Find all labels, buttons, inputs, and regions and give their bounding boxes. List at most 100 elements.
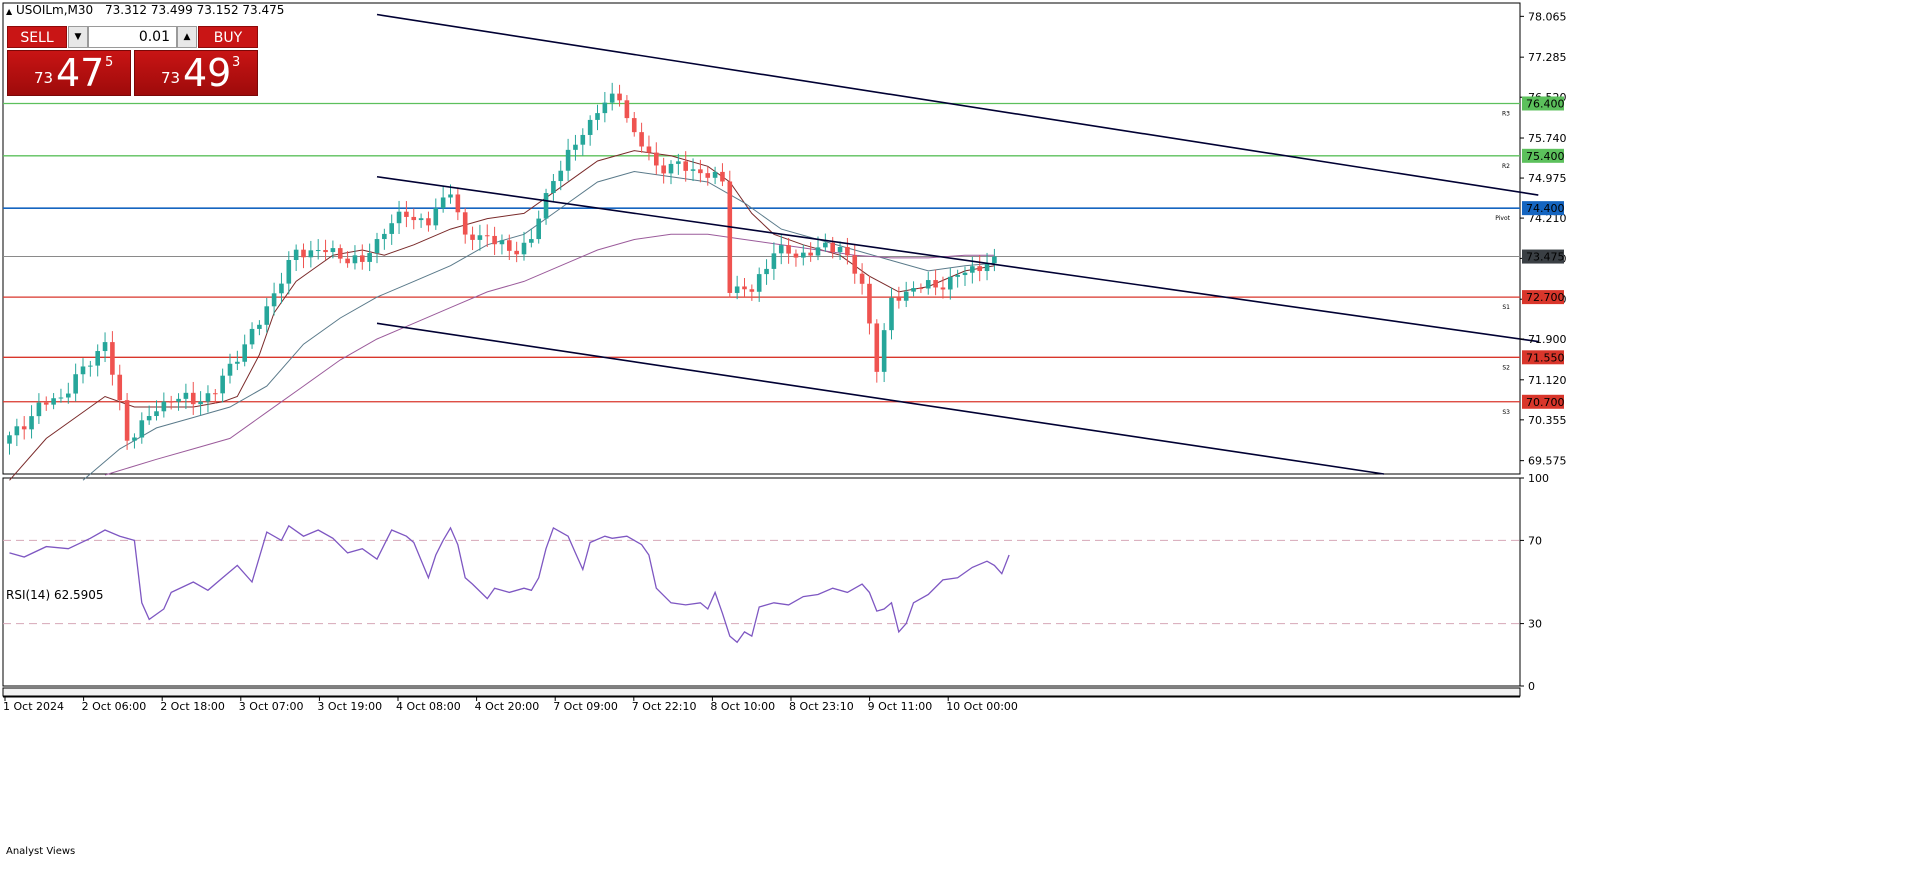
candle-body — [168, 401, 174, 403]
rsi-tick-label: 70 — [1528, 534, 1542, 547]
candle-body — [793, 253, 799, 258]
candle-body — [242, 344, 247, 362]
chart-canvas: R3R2PivotS1S2S3 78.06577.28576.52075.740… — [2, 2, 1567, 857]
candle-body — [14, 426, 20, 436]
level-tag-s2: S2 — [1502, 364, 1510, 371]
candle-body — [404, 211, 409, 217]
candle-body — [521, 242, 527, 255]
candle-body — [837, 247, 843, 253]
candle-body — [462, 212, 468, 235]
time-tick-label: 8 Oct 23:10 — [789, 700, 854, 713]
candle-body — [918, 288, 924, 290]
candle-body — [639, 132, 644, 147]
candle-body — [352, 255, 358, 264]
candle-body — [176, 398, 181, 402]
price-tick-label: 78.065 — [1528, 10, 1567, 23]
candle-body — [631, 118, 637, 133]
moving-averages — [9, 150, 995, 481]
candle-body — [249, 328, 255, 345]
lot-increase-icon[interactable]: ▲ — [177, 26, 197, 48]
candle-body — [624, 100, 630, 119]
rsi-tick-label: 0 — [1528, 680, 1535, 693]
sell-price-box[interactable]: 73 47 5 — [7, 50, 131, 96]
candle-body — [205, 393, 211, 402]
level-tag-r2: R2 — [1502, 163, 1510, 170]
candle-body — [859, 273, 865, 284]
level-tag-s1: S1 — [1502, 304, 1510, 311]
candle-body — [21, 426, 27, 430]
candle-body — [279, 283, 284, 294]
moving-average-ma_fast — [9, 150, 995, 481]
price-tick-label: 71.120 — [1528, 374, 1567, 387]
candle-body — [382, 233, 387, 240]
candle-body — [426, 218, 431, 226]
candle-body — [389, 223, 394, 234]
lot-decrease-icon[interactable]: ▼ — [68, 26, 88, 48]
candle-body — [845, 247, 850, 256]
trend-channel[interactable] — [376, 13, 1539, 475]
candle-body — [955, 275, 960, 277]
rsi-line — [9, 524, 1010, 644]
candle-body — [764, 268, 769, 275]
candle-body — [933, 280, 938, 288]
candle-body — [617, 93, 622, 101]
candle-body — [470, 234, 475, 240]
candle-body — [587, 119, 593, 135]
candle-body — [676, 161, 681, 164]
candle-body — [595, 113, 600, 120]
candle-body — [198, 401, 203, 405]
price-tick-label: 71.900 — [1528, 333, 1567, 346]
candle-body — [727, 181, 733, 293]
candle-body — [661, 165, 666, 174]
time-tick-label: 2 Oct 18:00 — [160, 700, 225, 713]
candle-body — [565, 149, 571, 171]
channel-line-2 — [376, 175, 1539, 343]
candle-body — [257, 324, 262, 329]
candle-body — [88, 365, 93, 367]
candle-body — [227, 363, 233, 376]
level-tag-r3: R3 — [1502, 110, 1510, 117]
candle-body — [235, 361, 240, 364]
candle-body — [609, 93, 615, 103]
candle-body — [808, 252, 813, 256]
sell-button[interactable]: SELL — [7, 26, 67, 48]
candle-body — [889, 297, 894, 331]
candle-body — [374, 239, 380, 254]
time-tick-label: 2 Oct 06:00 — [82, 700, 147, 713]
symbol-dropdown-icon[interactable]: ▲ — [6, 7, 13, 16]
candle-body — [43, 402, 49, 405]
level-tag-pivot: Pivot — [1495, 215, 1510, 222]
candle-body — [396, 211, 402, 224]
buy-price-box[interactable]: 73 49 3 — [134, 50, 258, 96]
candle-body — [411, 216, 417, 221]
analyst-views-label: Analyst Views — [6, 846, 75, 857]
lot-size-input[interactable] — [88, 26, 177, 48]
candle-body — [992, 256, 997, 264]
candle-body — [367, 253, 372, 262]
candle-body — [514, 250, 519, 255]
candle-body — [161, 401, 167, 412]
candle-body — [712, 171, 718, 178]
candle-body — [948, 276, 953, 290]
candle-body — [183, 392, 189, 399]
candle-body — [66, 393, 71, 398]
time-tick-label: 7 Oct 09:00 — [553, 700, 618, 713]
price-tick-label: 75.740 — [1528, 132, 1567, 145]
candle-body — [80, 366, 86, 375]
candle-body — [551, 181, 556, 194]
sell-price-big: 47 — [56, 51, 105, 95]
candle-body — [293, 249, 299, 260]
candle-body — [720, 171, 725, 182]
channel-line-1 — [376, 13, 1539, 196]
candle-body — [970, 266, 975, 273]
candle-body — [529, 239, 534, 243]
candle-body — [154, 411, 159, 417]
buy-price-big: 49 — [183, 51, 232, 95]
time-tick-label: 8 Oct 10:00 — [710, 700, 775, 713]
candle-body — [573, 144, 578, 150]
candle-body — [36, 402, 42, 417]
candle-body — [786, 245, 791, 254]
candle-body — [190, 392, 196, 405]
candle-body — [867, 283, 872, 324]
buy-button[interactable]: BUY — [198, 26, 258, 48]
